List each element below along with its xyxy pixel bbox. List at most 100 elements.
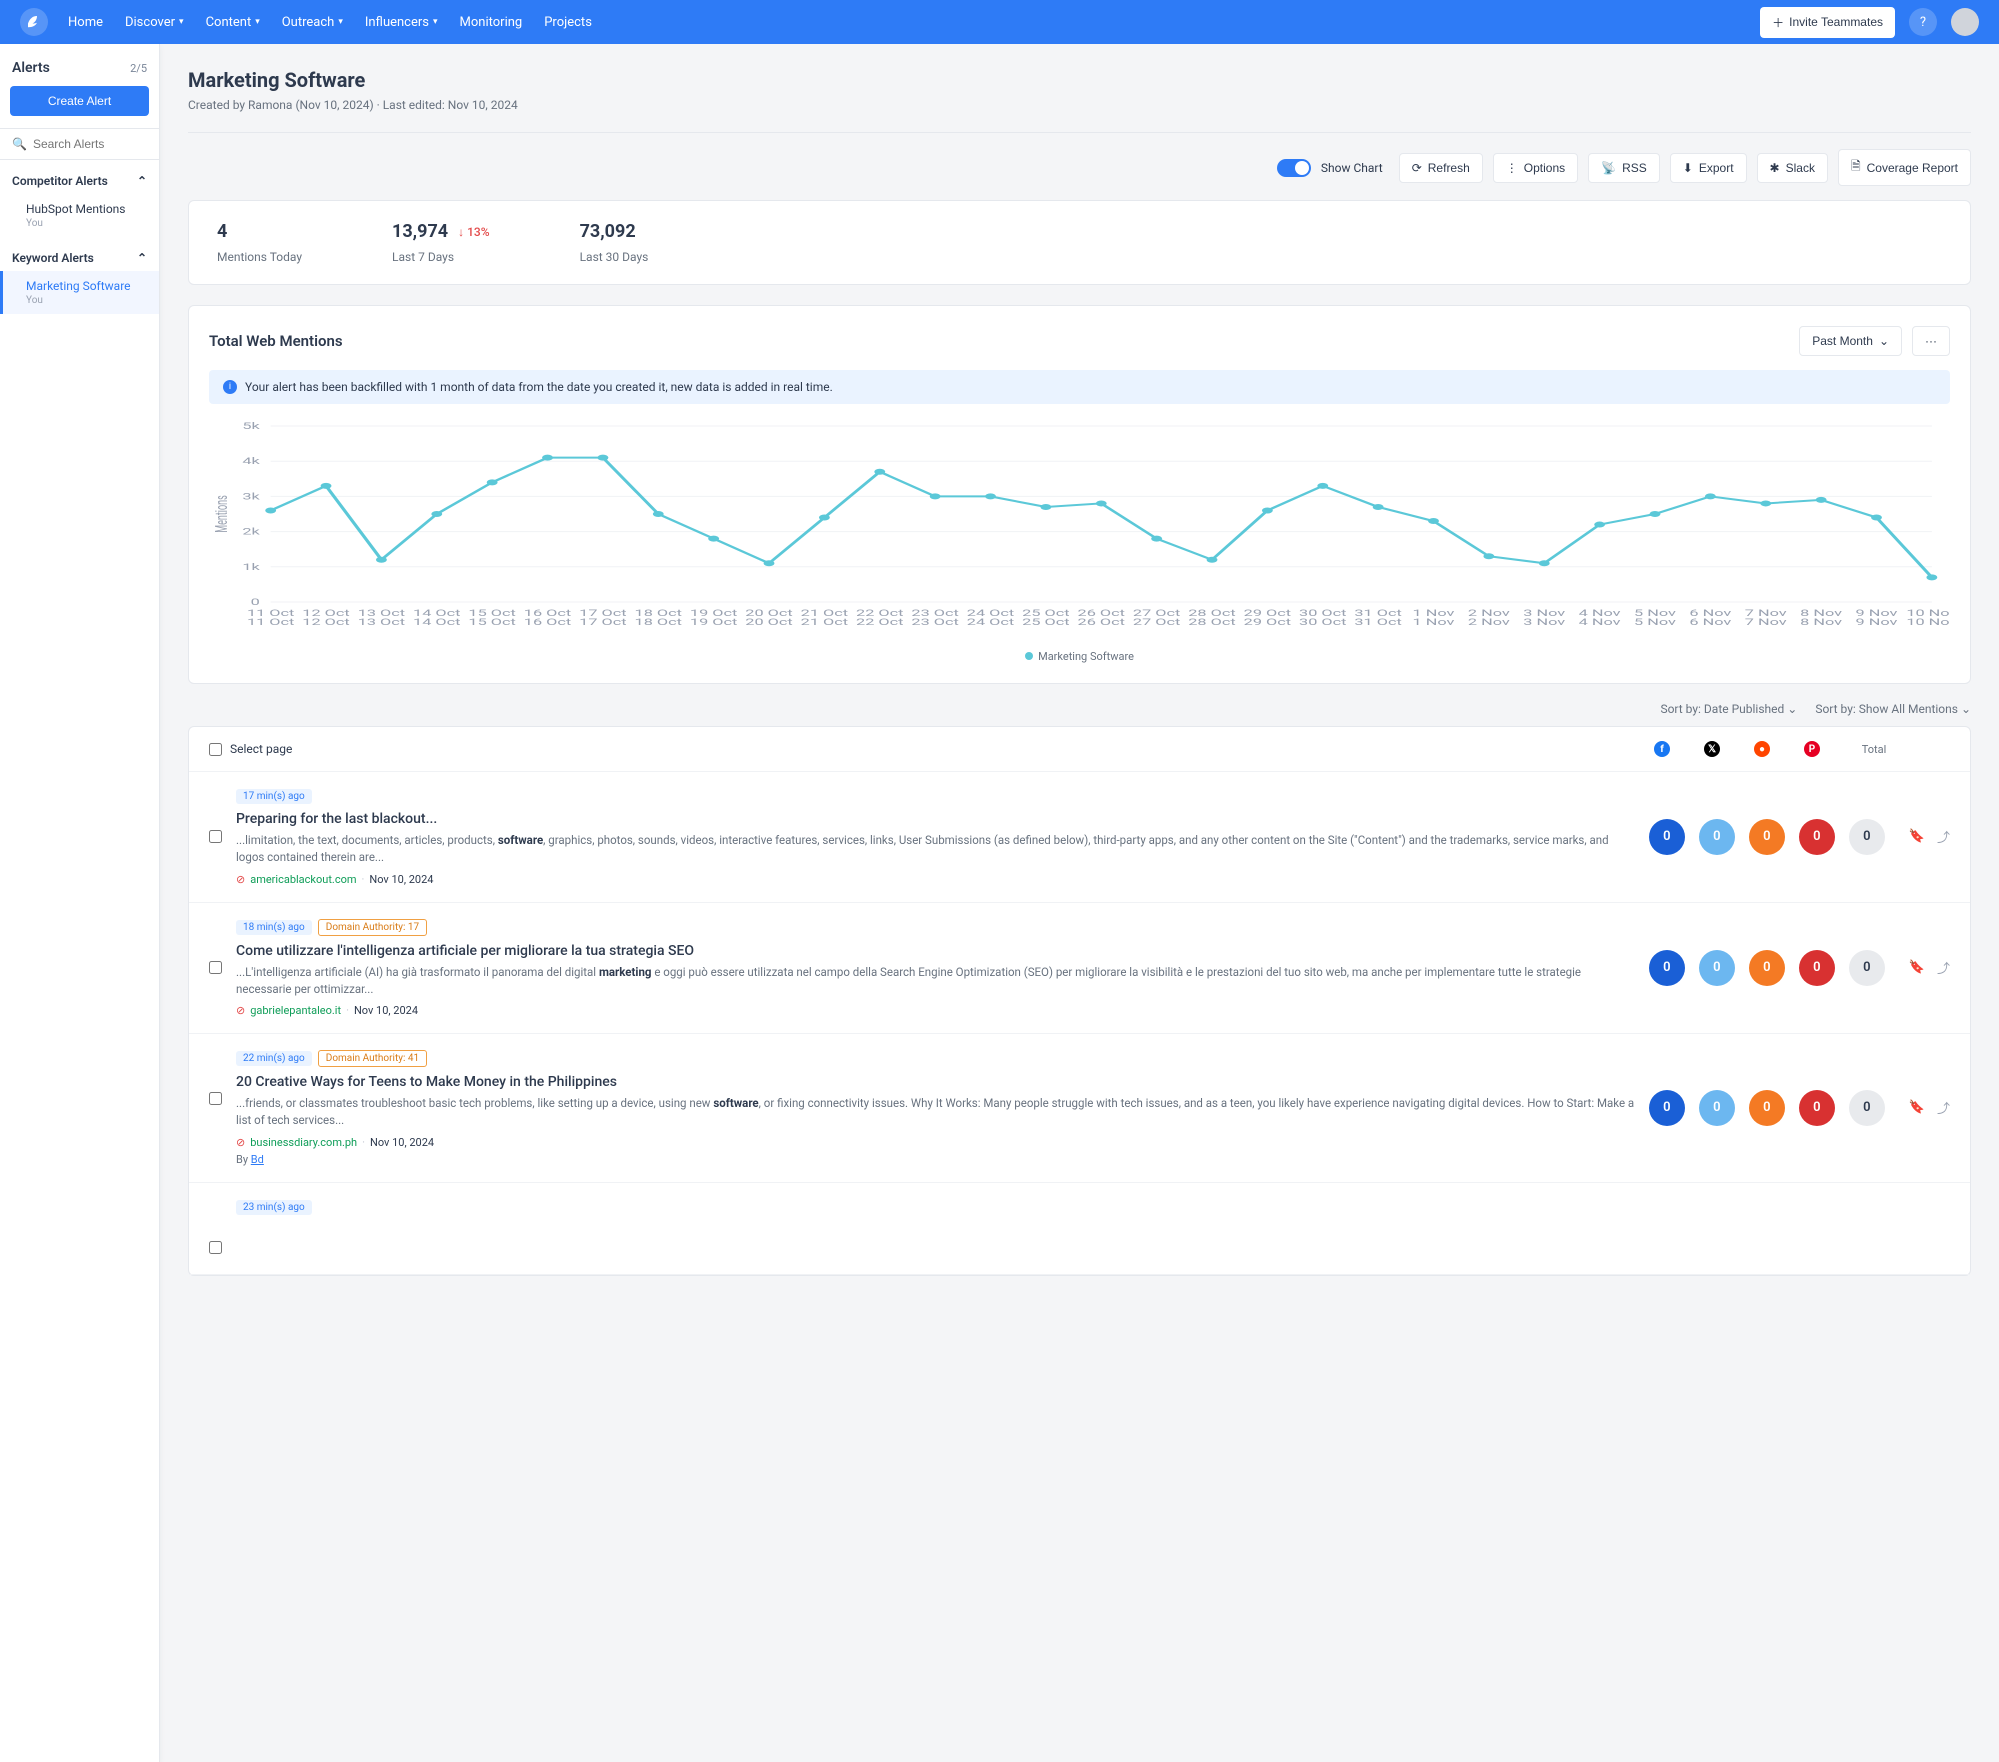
- chevron-up-icon: ⌃: [137, 251, 147, 265]
- bookmark-icon[interactable]: 🔖: [1909, 829, 1925, 844]
- mention-row: 17 min(s) agoPreparing for the last blac…: [189, 772, 1970, 903]
- sidebar-section[interactable]: Keyword Alerts⌃: [0, 237, 159, 271]
- rss-icon: 📡: [1601, 161, 1616, 175]
- time-badge: 23 min(s) ago: [236, 1200, 312, 1215]
- count-circle[interactable]: 0: [1699, 1090, 1735, 1126]
- show-chart-toggle[interactable]: [1277, 159, 1311, 177]
- topnav-content[interactable]: Content▾: [206, 15, 260, 30]
- mention-snippet: ...L'intelligenza artificiale (AI) ha gi…: [236, 964, 1635, 999]
- buzzsumo-logo-icon: [25, 13, 43, 31]
- count-circle[interactable]: 0: [1699, 950, 1735, 986]
- slack-button[interactable]: ✱Slack: [1757, 153, 1828, 183]
- count-circle[interactable]: 0: [1849, 1090, 1885, 1126]
- chart-range-select[interactable]: Past Month ⌄: [1799, 326, 1902, 356]
- svg-text:2 Nov: 2 Nov: [1468, 617, 1511, 627]
- count-circle[interactable]: 0: [1799, 819, 1835, 855]
- mention-counts: 00000: [1649, 1050, 1885, 1166]
- svg-text:15 Oct: 15 Oct: [468, 617, 515, 627]
- svg-text:17 Oct: 17 Oct: [579, 617, 626, 627]
- count-circle[interactable]: 0: [1849, 950, 1885, 986]
- trend-down-icon: ↓ 13%: [458, 225, 489, 239]
- count-circle[interactable]: 0: [1799, 1090, 1835, 1126]
- mention-body: 17 min(s) agoPreparing for the last blac…: [236, 788, 1635, 886]
- share-icon[interactable]: ⤴: [1937, 827, 1950, 846]
- mention-checkbox[interactable]: [209, 830, 222, 843]
- download-icon: ⬇: [1683, 161, 1693, 175]
- topbar: Home Discover▾ Content▾ Outreach▾ Influencer…: [0, 0, 1999, 44]
- svg-text:4k: 4k: [242, 457, 260, 467]
- avatar[interactable]: [1951, 8, 1979, 36]
- svg-text:6 Nov: 6 Nov: [1689, 617, 1732, 627]
- logo[interactable]: [20, 8, 48, 36]
- slack-icon: ✱: [1770, 161, 1780, 175]
- stat-block: 73,092 Last 30 Days: [580, 221, 649, 264]
- mention-checkbox[interactable]: [209, 961, 222, 974]
- mentions-card: Select page f 𝕏 ● P Total 17 min(s) agoP…: [188, 726, 1971, 1276]
- share-icon[interactable]: ⤴: [1937, 1098, 1950, 1117]
- count-circle[interactable]: 0: [1649, 950, 1685, 986]
- count-circle[interactable]: 0: [1649, 819, 1685, 855]
- topnav-monitoring[interactable]: Monitoring: [460, 15, 523, 30]
- mention-checkbox[interactable]: [209, 1241, 222, 1254]
- mention-domain[interactable]: businessdiary.com.ph: [250, 1136, 357, 1149]
- total-column: Total: [1854, 743, 1894, 756]
- topnav-outreach[interactable]: Outreach▾: [282, 15, 343, 30]
- chevron-down-icon: ▾: [179, 17, 184, 27]
- topnav-projects[interactable]: Projects: [544, 15, 592, 30]
- chart-more-button[interactable]: ···: [1912, 326, 1950, 356]
- svg-text:28 Oct: 28 Oct: [1188, 617, 1235, 627]
- options-button[interactable]: ⋮Options: [1493, 153, 1578, 183]
- count-circle[interactable]: 0: [1749, 1090, 1785, 1126]
- mention-checkbox-wrap: [209, 1199, 222, 1258]
- bookmark-icon[interactable]: 🔖: [1909, 1100, 1925, 1115]
- sidebar-item[interactable]: HubSpot MentionsYou: [0, 194, 159, 237]
- alert-count: 2/5: [130, 62, 147, 75]
- help-icon[interactable]: ?: [1909, 8, 1937, 36]
- search-alerts[interactable]: 🔍: [0, 128, 159, 160]
- export-button[interactable]: ⬇Export: [1670, 153, 1747, 183]
- svg-text:7 Nov: 7 Nov: [1745, 617, 1788, 627]
- mention-checkbox[interactable]: [209, 1092, 222, 1105]
- page-meta: Created by Ramona (Nov 10, 2024) · Last …: [188, 98, 1971, 112]
- chart-title: Total Web Mentions: [209, 332, 343, 350]
- mention-byline: By Bd: [236, 1153, 1635, 1166]
- refresh-button[interactable]: ⟳Refresh: [1399, 153, 1483, 183]
- topnav-home[interactable]: Home: [68, 15, 103, 30]
- topnav-discover[interactable]: Discover▾: [125, 15, 184, 30]
- create-alert-button[interactable]: Create Alert: [10, 86, 149, 116]
- sort-show-all[interactable]: Sort by: Show All Mentions ⌄: [1815, 702, 1971, 716]
- topnav: Home Discover▾ Content▾ Outreach▾ Influencer…: [68, 15, 1760, 30]
- count-circle[interactable]: 0: [1849, 819, 1885, 855]
- sort-date-published[interactable]: Sort by: Date Published ⌄: [1660, 702, 1797, 716]
- count-circle[interactable]: 0: [1799, 950, 1835, 986]
- rss-button[interactable]: 📡RSS: [1588, 153, 1660, 183]
- mention-domain[interactable]: gabrielepantaleo.it: [250, 1004, 341, 1017]
- author-link[interactable]: Bd: [251, 1153, 264, 1166]
- count-circle[interactable]: 0: [1749, 819, 1785, 855]
- mention-title[interactable]: Come utilizzare l'intelligenza artificia…: [236, 943, 1635, 959]
- svg-text:1 Nov: 1 Nov: [1413, 617, 1456, 627]
- chevron-up-icon: ⌃: [137, 174, 147, 188]
- svg-text:3 Nov: 3 Nov: [1523, 617, 1566, 627]
- invite-teammates-button[interactable]: ＋Invite Teammates: [1760, 7, 1895, 38]
- count-circle[interactable]: 0: [1749, 950, 1785, 986]
- info-banner: i Your alert has been backfilled with 1 …: [209, 370, 1950, 404]
- svg-text:25 Oct: 25 Oct: [1022, 617, 1069, 627]
- topnav-influencers[interactable]: Influencers▾: [365, 15, 438, 30]
- mention-title[interactable]: Preparing for the last blackout...: [236, 811, 1635, 827]
- select-page-checkbox[interactable]: [209, 743, 222, 756]
- share-icon[interactable]: ⤴: [1937, 958, 1950, 977]
- bookmark-icon[interactable]: 🔖: [1909, 960, 1925, 975]
- sidebar-section[interactable]: Competitor Alerts⌃: [0, 160, 159, 194]
- mention-domain[interactable]: americablackout.com: [250, 873, 356, 886]
- mention-title[interactable]: 20 Creative Ways for Teens to Make Money…: [236, 1074, 1635, 1090]
- select-page-label: Select page: [230, 742, 292, 756]
- sidebar-item[interactable]: Marketing SoftwareYou: [0, 271, 159, 314]
- search-icon: 🔍: [12, 137, 27, 151]
- sidebar-title: Alerts: [12, 60, 50, 76]
- coverage-report-button[interactable]: 🗎Coverage Report: [1838, 149, 1971, 186]
- chevron-down-icon: ▾: [255, 17, 260, 27]
- search-input[interactable]: [33, 137, 147, 151]
- count-circle[interactable]: 0: [1699, 819, 1735, 855]
- count-circle[interactable]: 0: [1649, 1090, 1685, 1126]
